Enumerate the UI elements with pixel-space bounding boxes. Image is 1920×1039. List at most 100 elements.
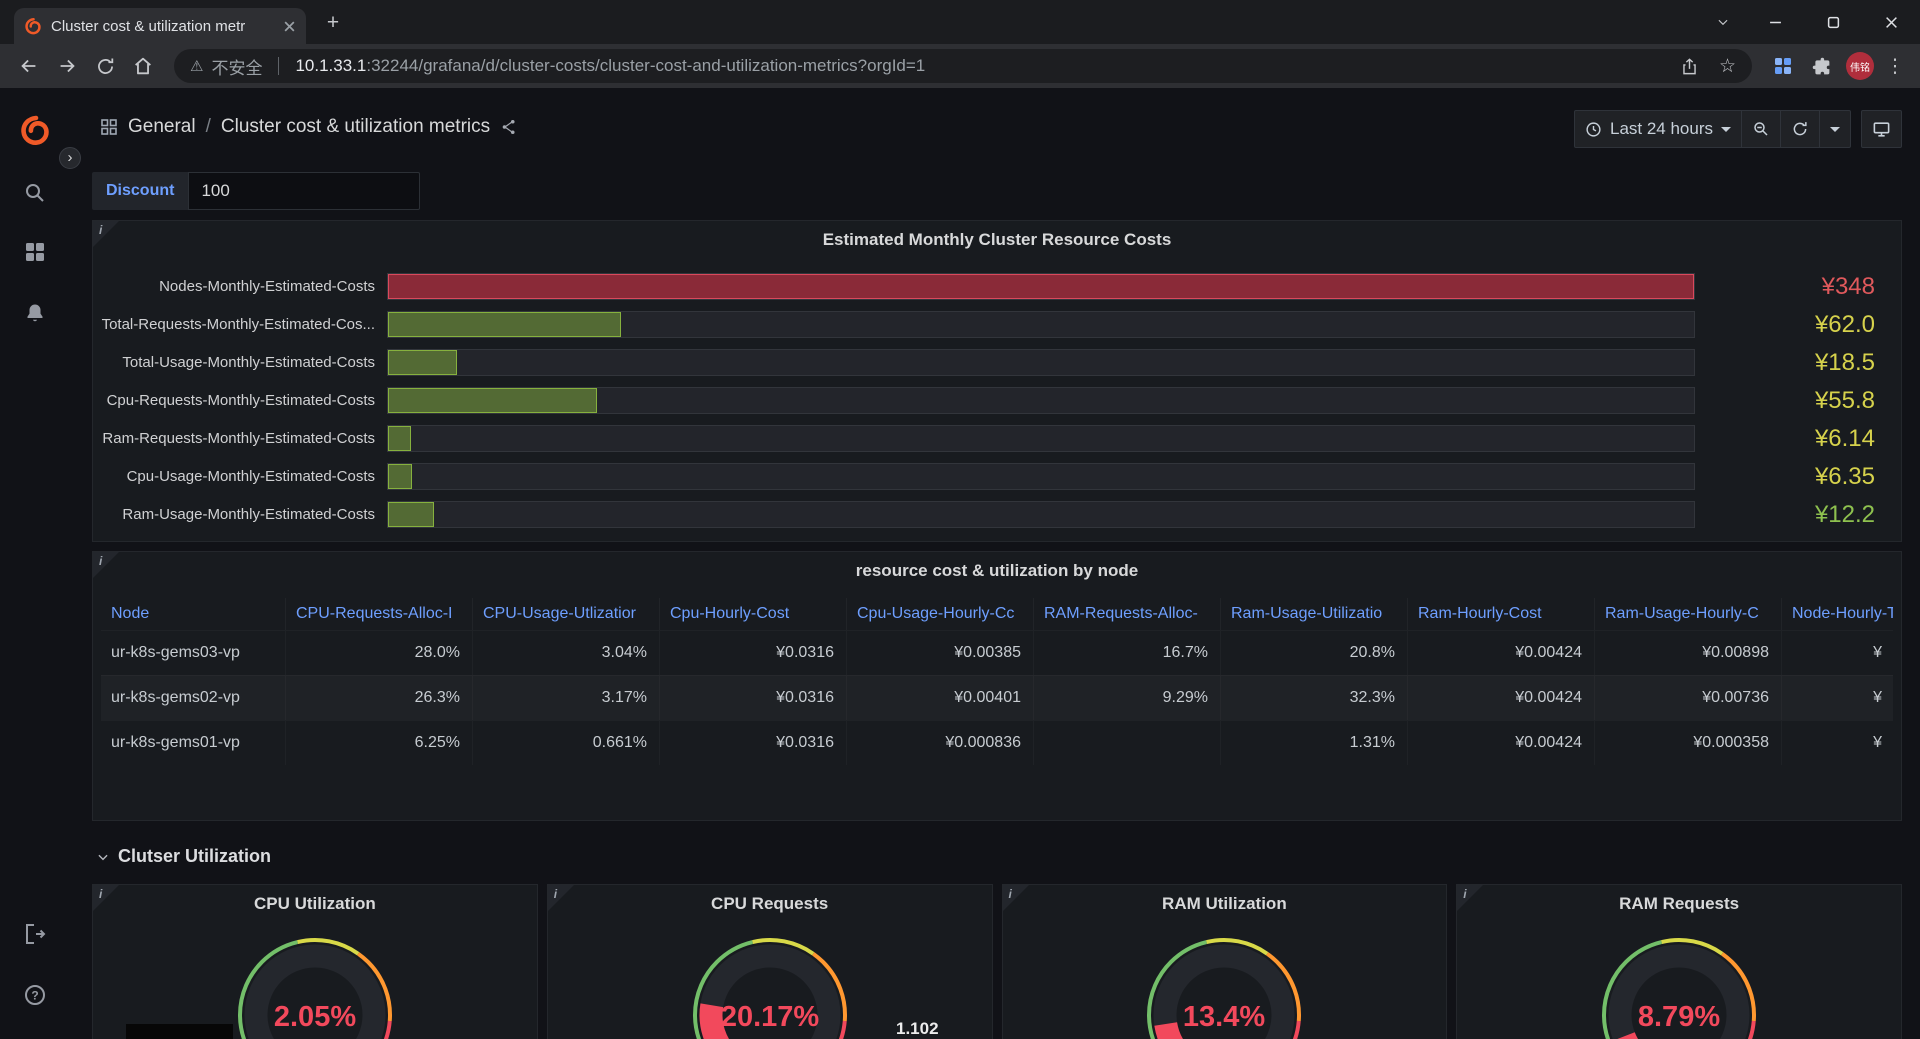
bookmark-star-icon[interactable]: ☆ [1719,55,1736,78]
gauge-value: 20.17% [720,1001,819,1033]
gauge-title: CPU Requests [711,894,829,913]
table-cell: 3.04% [473,631,660,675]
column-header[interactable]: RAM-Requests-Alloc- [1034,598,1221,630]
bar-row: Ram-Requests-Monthly-Estimated-Costs ¥6.1… [101,425,1893,452]
column-header[interactable]: Ram-Usage-Utilizatio [1221,598,1408,630]
info-icon: i [553,887,558,901]
browser-toolbar: ⚠ 不安全 10.1.33.1:32244/grafana/d/cluster-… [0,44,1920,88]
tab-search-caret-icon[interactable] [1700,0,1746,44]
extensions-puzzle-icon[interactable] [1802,47,1840,85]
gauge-title: RAM Utilization [1162,894,1287,913]
gauge-title: CPU Utilization [253,894,376,913]
window-close-button[interactable] [1862,0,1920,44]
share-icon[interactable] [1680,57,1699,76]
table-cell: ¥0.00424 [1408,631,1595,675]
bar-row: Total-Requests-Monthly-Estimated-Cos... ¥… [101,311,1893,338]
panel-info-corner[interactable] [1002,885,1029,911]
reload-button[interactable] [86,47,124,85]
panel-info-corner[interactable] [547,885,574,911]
apps-grid-icon[interactable] [1764,47,1802,85]
column-header[interactable]: Node [101,598,286,630]
chevron-down-icon [98,854,108,860]
window-maximize-button[interactable] [1804,0,1862,44]
table-header-row: Node CPU-Requests-Alloc-I CPU-Usage-Utliza… [101,598,1893,630]
tab-title: Cluster cost & utilization metr [51,17,246,35]
bar-value: ¥18.5 [1814,348,1875,376]
alerting-bell-icon[interactable] [18,296,52,330]
profile-avatar[interactable]: 伟铭 [1846,52,1874,80]
table-cell: 3.17% [473,676,660,720]
help-icon[interactable]: ? [18,978,52,1012]
gauge-chart: 20.17% [692,938,847,1039]
bar-label: Total-Requests-Monthly-Estimated-Cos... [101,316,375,333]
breadcrumb-root[interactable]: General [128,116,196,138]
column-header[interactable]: Node-Hourly-T [1782,598,1893,630]
search-icon[interactable] [18,176,52,210]
browser-menu-icon[interactable]: ⋮ [1880,55,1910,78]
info-icon: i [99,887,103,901]
table-cell: ¥ [1782,631,1893,675]
bar-value: ¥62.0 [1814,310,1875,338]
column-header[interactable]: Cpu-Hourly-Cost [660,598,847,630]
bar-fill [388,312,621,337]
panel-info-corner[interactable] [1457,885,1484,911]
address-bar[interactable]: ⚠ 不安全 10.1.33.1:32244/grafana/d/cluster-… [174,49,1752,83]
discount-variable-label: Discount [92,172,189,210]
panel-estimated-monthly-costs: i Estimated Monthly Cluster Resource Cos… [92,220,1902,542]
column-header[interactable]: Ram-Hourly-Cost [1408,598,1595,630]
info-icon: i [99,223,103,237]
sign-in-icon[interactable] [18,917,52,951]
bar-track [387,273,1695,300]
table-body: ur-k8s-gems03-vp 28.0% 3.04% ¥0.0316 ¥0.0038… [101,630,1893,765]
column-header[interactable]: CPU-Usage-Utlizatior [473,598,660,630]
zoom-out-button[interactable] [1741,110,1781,148]
refresh-interval-caret[interactable] [1819,110,1851,148]
bar-gauge-chart: Nodes-Monthly-Estimated-Costs ¥348 Total-R… [101,273,1893,539]
window-controls [1700,0,1920,44]
panel-info-corner[interactable] [93,552,119,578]
url-path: :32244/grafana/d/cluster-costs/cluster-c… [366,56,926,75]
refresh-button[interactable] [1780,110,1820,148]
back-button[interactable] [10,47,48,85]
panel-info-corner[interactable] [93,885,119,911]
row-cluster-utilization[interactable]: Clutser Utilization [96,846,271,867]
table-cell: ¥ [1782,676,1893,720]
gauge-panel: i CPU Requests 20.17% [546,884,993,1039]
unknown-overlay-box [126,1024,233,1039]
gauge-chart: 2.05% [237,938,392,1039]
kiosk-mode-button[interactable] [1861,110,1902,148]
forward-button[interactable] [48,47,86,85]
grafana-logo-icon[interactable] [18,113,52,147]
sidebar-expand-button[interactable]: › [59,147,81,169]
column-header[interactable]: CPU-Requests-Alloc-I [286,598,473,630]
bar-fill [388,388,598,413]
table-cell: 0.661% [473,721,660,765]
dashboards-icon[interactable] [18,235,52,269]
omnibox-divider [278,57,280,75]
security-label[interactable]: 不安全 [211,54,262,79]
breadcrumb: General / Cluster cost & utilization met… [100,116,518,138]
home-button[interactable] [124,47,162,85]
table-cell [1034,721,1221,765]
table-cell: 20.8% [1221,631,1408,675]
gauge-panel: i RAM Requests 8.79% [1456,884,1902,1039]
stray-value-text: 1.102 [896,1019,939,1038]
share-dashboard-icon[interactable] [500,118,518,136]
gauge-chart: 8.79% [1602,938,1757,1039]
tab-close-icon[interactable] [283,20,296,33]
panel-info-corner[interactable] [93,221,119,247]
bar-label: Cpu-Requests-Monthly-Estimated-Costs [106,392,375,409]
browser-tab-strip: Cluster cost & utilization metr + [0,0,1920,44]
window-minimize-button[interactable] [1746,0,1804,44]
gauge-panels-row: i CPU Utilization 2.05% i CPU Requests 20.17%… [92,884,1902,1039]
url-text[interactable]: 10.1.33.1:32244/grafana/d/cluster-costs/… [295,56,925,76]
table-cell: 32.3% [1221,676,1408,720]
column-header[interactable]: Cpu-Usage-Hourly-Cc [847,598,1034,630]
time-range-picker[interactable]: Last 24 hours [1573,110,1742,148]
bar-fill [388,502,434,527]
column-header[interactable]: Ram-Usage-Hourly-C [1595,598,1782,630]
browser-tab[interactable]: Cluster cost & utilization metr [14,8,306,44]
bar-value: ¥348 [1821,272,1875,300]
new-tab-button[interactable]: + [320,10,346,36]
discount-input[interactable] [188,172,421,210]
